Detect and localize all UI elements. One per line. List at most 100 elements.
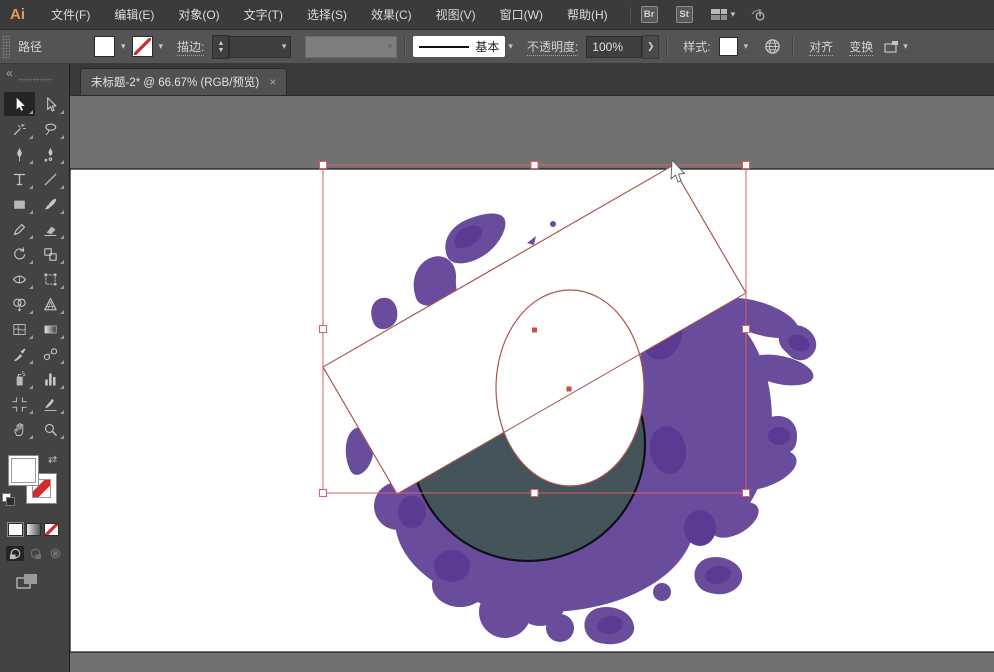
handle-mid-right[interactable]	[743, 326, 750, 333]
align-button[interactable]: 对齐	[809, 38, 833, 55]
document-area: 未标题-2* @ 66.67% (RGB/预览) ×	[70, 64, 994, 672]
document-setup-globe-icon[interactable]	[764, 38, 781, 55]
menu-item[interactable]: 视图(V)	[424, 0, 488, 30]
stroke-width-dropdown[interactable]: ▾	[229, 36, 291, 58]
canvas-viewport[interactable]	[70, 96, 994, 672]
menu-item[interactable]: 编辑(E)	[102, 0, 166, 30]
fill-proxy-swatch[interactable]	[8, 455, 39, 486]
panel-grip[interactable]	[2, 35, 10, 59]
scale-tool[interactable]	[35, 242, 66, 266]
line-segment-tool[interactable]	[35, 167, 66, 191]
pencil-tool[interactable]	[4, 217, 35, 241]
tools-panel: « ⇄	[0, 64, 70, 672]
chevron-down-icon: ▾	[731, 9, 736, 20]
magic-wand-tool[interactable]	[4, 117, 35, 141]
rotate-tool[interactable]	[4, 242, 35, 266]
zoom-tool[interactable]	[35, 417, 66, 441]
direct-selection-tool[interactable]	[35, 92, 66, 116]
artboard-tool[interactable]	[4, 392, 35, 416]
perspective-grid-tool[interactable]	[35, 292, 66, 316]
menu-item[interactable]: 对象(O)	[166, 0, 231, 30]
close-icon[interactable]: ×	[269, 75, 276, 89]
stroke-color-control[interactable]: ▾	[132, 36, 164, 57]
handle-top-center[interactable]	[531, 162, 538, 169]
transform-button[interactable]: 变换	[849, 38, 873, 55]
illustrator-window: Ai 文件(F)编辑(E)对象(O)文字(T)选择(S)效果(C)视图(V)窗口…	[0, 0, 994, 672]
chevron-down-icon[interactable]: ▾	[508, 41, 513, 52]
mesh-tool[interactable]	[4, 317, 35, 341]
panel-grip[interactable]	[18, 78, 52, 82]
swap-fill-stroke-icon[interactable]: ⇄	[48, 453, 57, 466]
width-tool[interactable]	[4, 267, 35, 291]
handle-mid-left[interactable]	[320, 326, 327, 333]
context-label: 路径	[18, 38, 42, 55]
workspace-switcher-icon[interactable]: ▾	[711, 8, 736, 21]
gradient-tool[interactable]	[35, 317, 66, 341]
menu-item[interactable]: 窗口(W)	[488, 0, 555, 30]
opacity-field[interactable]: 100%	[586, 36, 642, 58]
eyedropper-tool[interactable]	[4, 342, 35, 366]
menu-item[interactable]: 效果(C)	[359, 0, 424, 30]
eraser-tool[interactable]	[35, 217, 66, 241]
drawing-mode-buttons	[6, 546, 69, 561]
handle-bottom-right[interactable]	[743, 490, 750, 497]
default-fill-stroke-icon[interactable]	[2, 493, 14, 505]
bridge-button[interactable]: Br	[641, 6, 658, 23]
none-button[interactable]	[44, 523, 59, 536]
separator	[666, 36, 668, 58]
fill-swatch[interactable]	[94, 36, 115, 57]
menu-item[interactable]: 帮助(H)	[555, 0, 620, 30]
curvature-tool[interactable]	[35, 142, 66, 166]
draw-normal-button[interactable]	[6, 546, 24, 561]
type-tool[interactable]	[4, 167, 35, 191]
opacity-label: 不透明度:	[527, 38, 578, 55]
menu-bar: Ai 文件(F)编辑(E)对象(O)文字(T)选择(S)效果(C)视图(V)窗口…	[0, 0, 994, 30]
gradient-button[interactable]	[26, 523, 41, 536]
free-transform-tool[interactable]	[35, 267, 66, 291]
handle-bottom-center[interactable]	[531, 490, 538, 497]
sync-status-icon[interactable]	[749, 6, 766, 23]
selection-tool[interactable]	[4, 92, 35, 116]
draw-behind-button[interactable]	[26, 546, 44, 561]
pen-tool[interactable]	[4, 142, 35, 166]
fill-color-control[interactable]: ▾	[94, 36, 126, 57]
chevron-down-icon: ▾	[282, 41, 287, 52]
stroke-preview-line	[419, 46, 469, 48]
canvas-svg	[70, 96, 994, 672]
paintbrush-tool[interactable]	[35, 192, 66, 216]
change-screen-mode-icon[interactable]	[16, 573, 69, 595]
control-bar: 路径 ▾ ▾ 描边: ▲▼ ▾ ▾ 基本 ▾ 不透明度: 100% ❯ 样式: …	[0, 30, 994, 64]
rectangle-tool[interactable]	[4, 192, 35, 216]
hand-tool[interactable]	[4, 417, 35, 441]
stroke-label: 描边:	[177, 38, 204, 55]
lasso-tool[interactable]	[35, 117, 66, 141]
blend-tool[interactable]	[35, 342, 66, 366]
handle-top-left[interactable]	[320, 162, 327, 169]
handle-top-right[interactable]	[743, 162, 750, 169]
column-graph-tool[interactable]	[35, 367, 66, 391]
stroke-swatch-none[interactable]	[132, 36, 153, 57]
stock-button[interactable]: St	[676, 6, 693, 23]
draw-inside-button[interactable]	[46, 546, 64, 561]
color-button[interactable]	[8, 523, 23, 536]
style-swatch[interactable]	[719, 37, 738, 56]
panel-options-icon[interactable]: ▾	[883, 40, 908, 54]
menu-item[interactable]: 选择(S)	[295, 0, 359, 30]
symbol-sprayer-tool[interactable]	[4, 367, 35, 391]
menu-item[interactable]: 文件(F)	[39, 0, 102, 30]
style-label: 样式:	[683, 38, 710, 55]
slice-tool[interactable]	[35, 392, 66, 416]
handle-bottom-left[interactable]	[320, 490, 327, 497]
fill-stroke-indicator: ⇄	[4, 455, 68, 513]
chevron-down-icon: ▾	[903, 41, 908, 52]
stroke-style-dropdown[interactable]: 基本	[413, 36, 505, 57]
opacity-menu-arrow-icon[interactable]: ❯	[642, 35, 659, 59]
chevron-down-icon: ▾	[744, 41, 749, 52]
separator	[792, 36, 794, 58]
shape-builder-tool[interactable]	[4, 292, 35, 316]
document-tab[interactable]: 未标题-2* @ 66.67% (RGB/预览) ×	[80, 68, 287, 95]
graphic-style-control[interactable]: ▾	[719, 37, 749, 56]
stroke-width-stepper[interactable]: ▲▼	[212, 35, 229, 59]
collapse-panel-icon[interactable]: «	[6, 66, 13, 80]
menu-item[interactable]: 文字(T)	[232, 0, 295, 30]
